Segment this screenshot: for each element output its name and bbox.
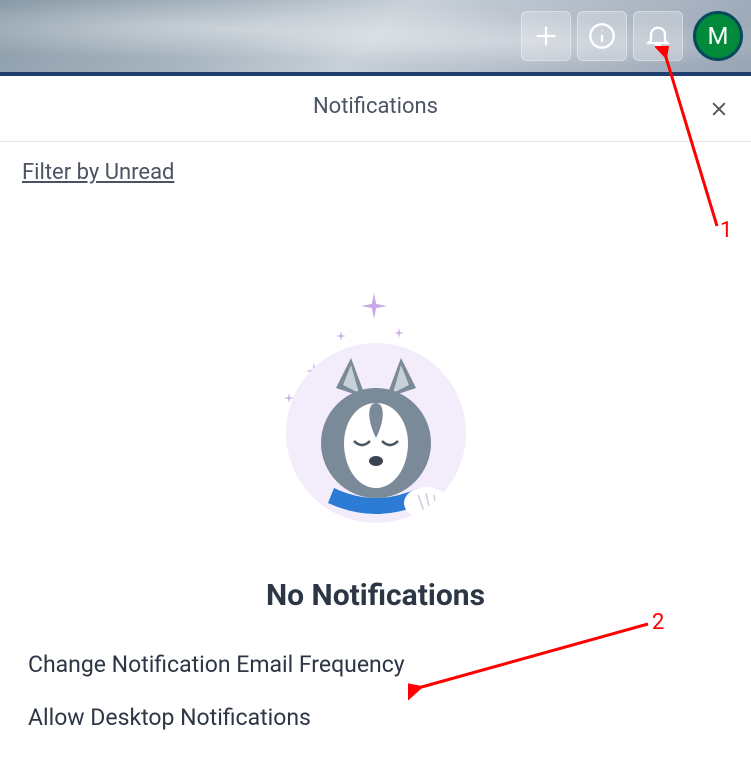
husky-illustration [266,293,486,533]
filter-by-unread-link[interactable]: Filter by Unread [22,160,174,185]
filter-row: Filter by Unread [0,142,751,203]
avatar-initial: M [708,22,729,50]
add-button[interactable] [521,11,571,61]
notifications-panel: Notifications Filter by Unread [0,72,751,758]
empty-state-title: No Notifications [266,578,485,613]
plus-icon [532,22,560,50]
close-icon [709,99,729,119]
info-icon [588,22,616,50]
empty-state: No Notifications Change Notification Ema… [0,203,751,757]
info-button[interactable] [577,11,627,61]
change-email-frequency-link[interactable]: Change Notification Email Frequency [28,651,723,678]
panel-header: Notifications [0,76,751,142]
allow-desktop-notifications-link[interactable]: Allow Desktop Notifications [28,704,723,731]
husky-icon [296,353,456,523]
user-avatar[interactable]: M [693,11,743,61]
close-button[interactable] [703,93,735,125]
panel-title: Notifications [313,94,438,119]
bell-icon [644,22,672,50]
notifications-button[interactable] [633,11,683,61]
top-toolbar: M [0,0,751,72]
action-links: Change Notification Email Frequency Allo… [0,613,751,757]
